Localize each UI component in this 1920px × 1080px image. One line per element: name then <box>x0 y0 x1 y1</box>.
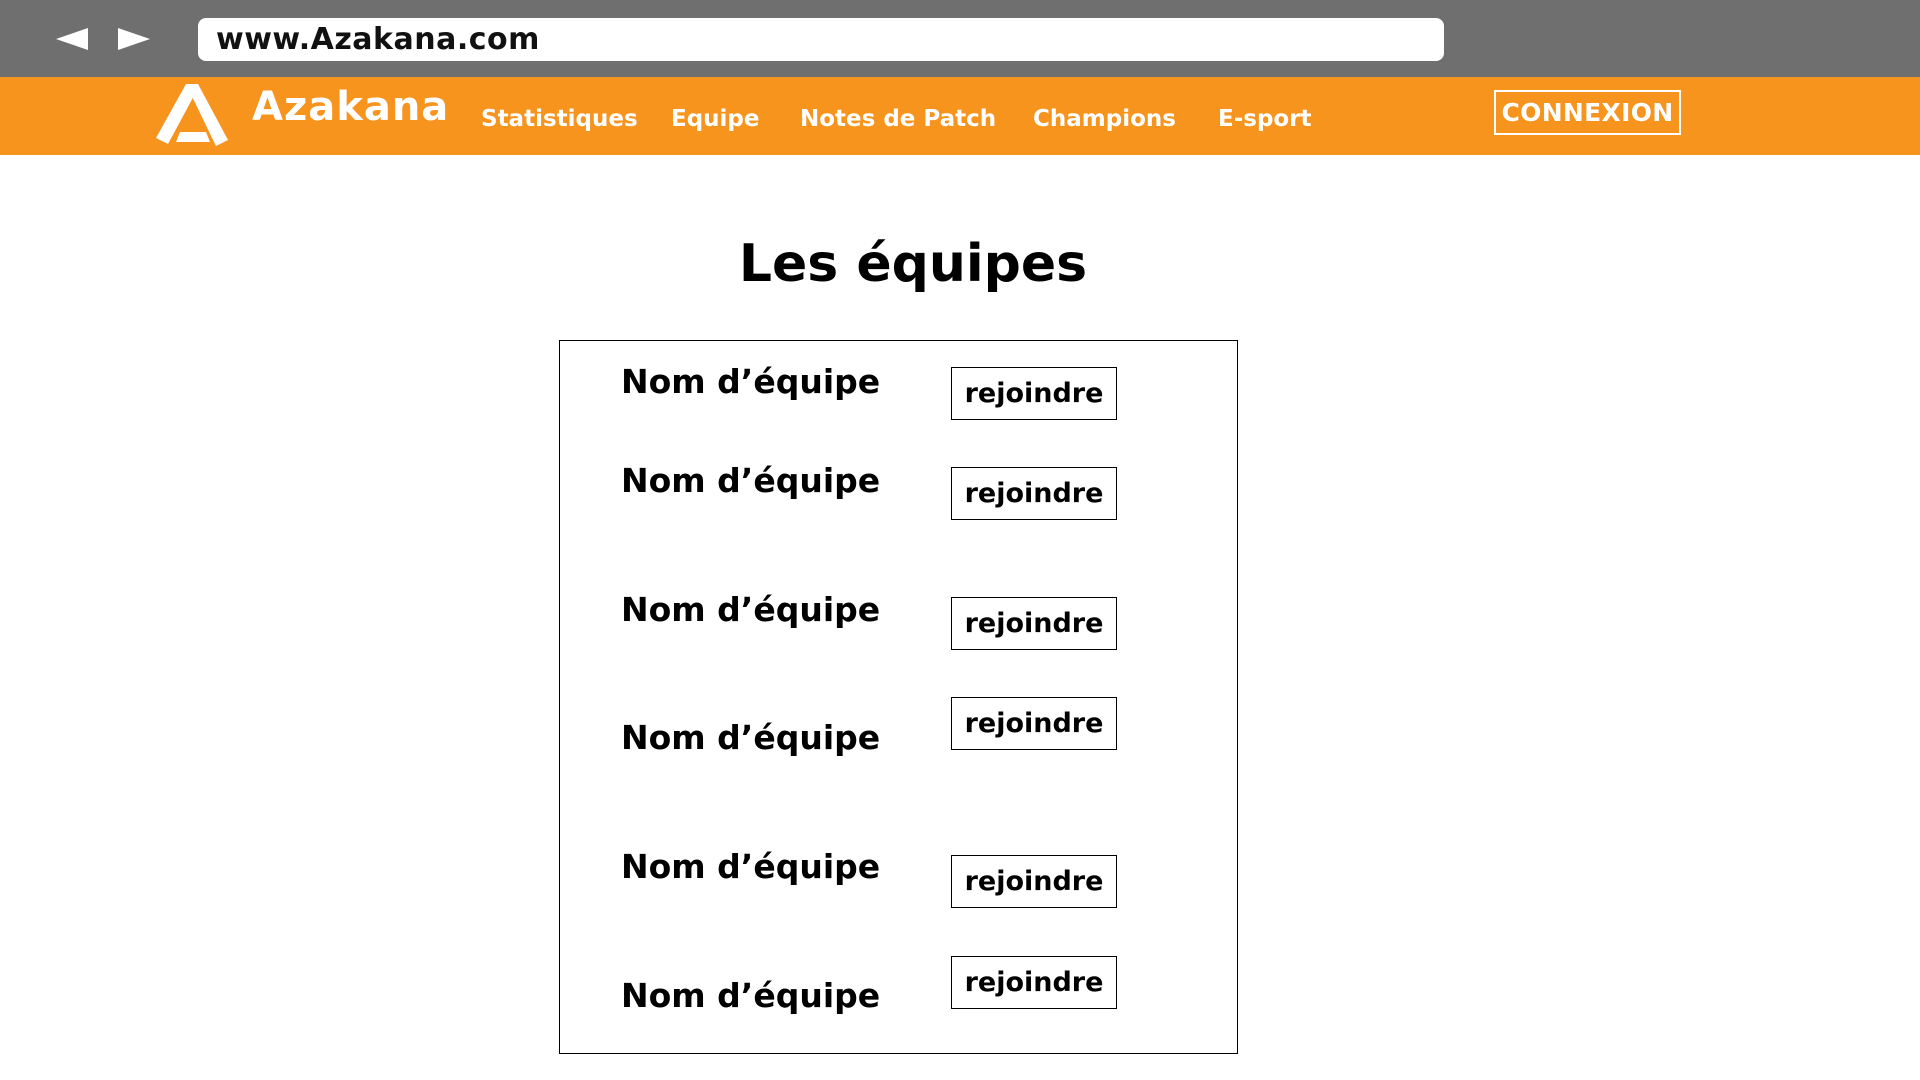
nav-equipe[interactable]: Equipe <box>671 108 760 131</box>
forward-arrow-icon[interactable] <box>116 24 152 54</box>
browser-toolbar: www.Azakana.com <box>0 0 1920 77</box>
join-team-button[interactable]: rejoindre <box>951 855 1117 908</box>
team-name: Nom d’équipe <box>621 461 881 500</box>
nav-notes-de-patch[interactable]: Notes de Patch <box>800 108 996 131</box>
join-team-button[interactable]: rejoindre <box>951 956 1117 1009</box>
azakana-a-logo[interactable] <box>156 82 228 152</box>
page: www.Azakana.com Azakana Statistiques Equ… <box>0 0 1920 1080</box>
join-team-button[interactable]: rejoindre <box>951 697 1117 750</box>
team-name: Nom d’équipe <box>621 590 881 629</box>
login-button[interactable]: CONNEXION <box>1494 90 1681 135</box>
team-name: Nom d’équipe <box>621 362 881 401</box>
back-arrow-icon[interactable] <box>54 24 90 54</box>
join-team-button[interactable]: rejoindre <box>951 467 1117 520</box>
url-text: www.Azakana.com <box>216 22 540 57</box>
team-name: Nom d’équipe <box>621 976 881 1015</box>
address-bar[interactable]: www.Azakana.com <box>198 18 1444 61</box>
teams-list: Nom d’équipe rejoindre Nom d’équipe rejo… <box>559 340 1238 1054</box>
join-team-button[interactable]: rejoindre <box>951 367 1117 420</box>
nav-statistiques[interactable]: Statistiques <box>481 108 638 131</box>
brand-name[interactable]: Azakana <box>252 87 449 127</box>
team-name: Nom d’équipe <box>621 847 881 886</box>
team-name: Nom d’équipe <box>621 718 881 757</box>
join-team-button[interactable]: rejoindre <box>951 597 1117 650</box>
page-title: Les équipes <box>738 234 1088 294</box>
nav-champions[interactable]: Champions <box>1033 108 1176 131</box>
nav-e-sport[interactable]: E-sport <box>1218 108 1312 131</box>
site-header: Azakana Statistiques Equipe Notes de Pat… <box>0 77 1920 155</box>
